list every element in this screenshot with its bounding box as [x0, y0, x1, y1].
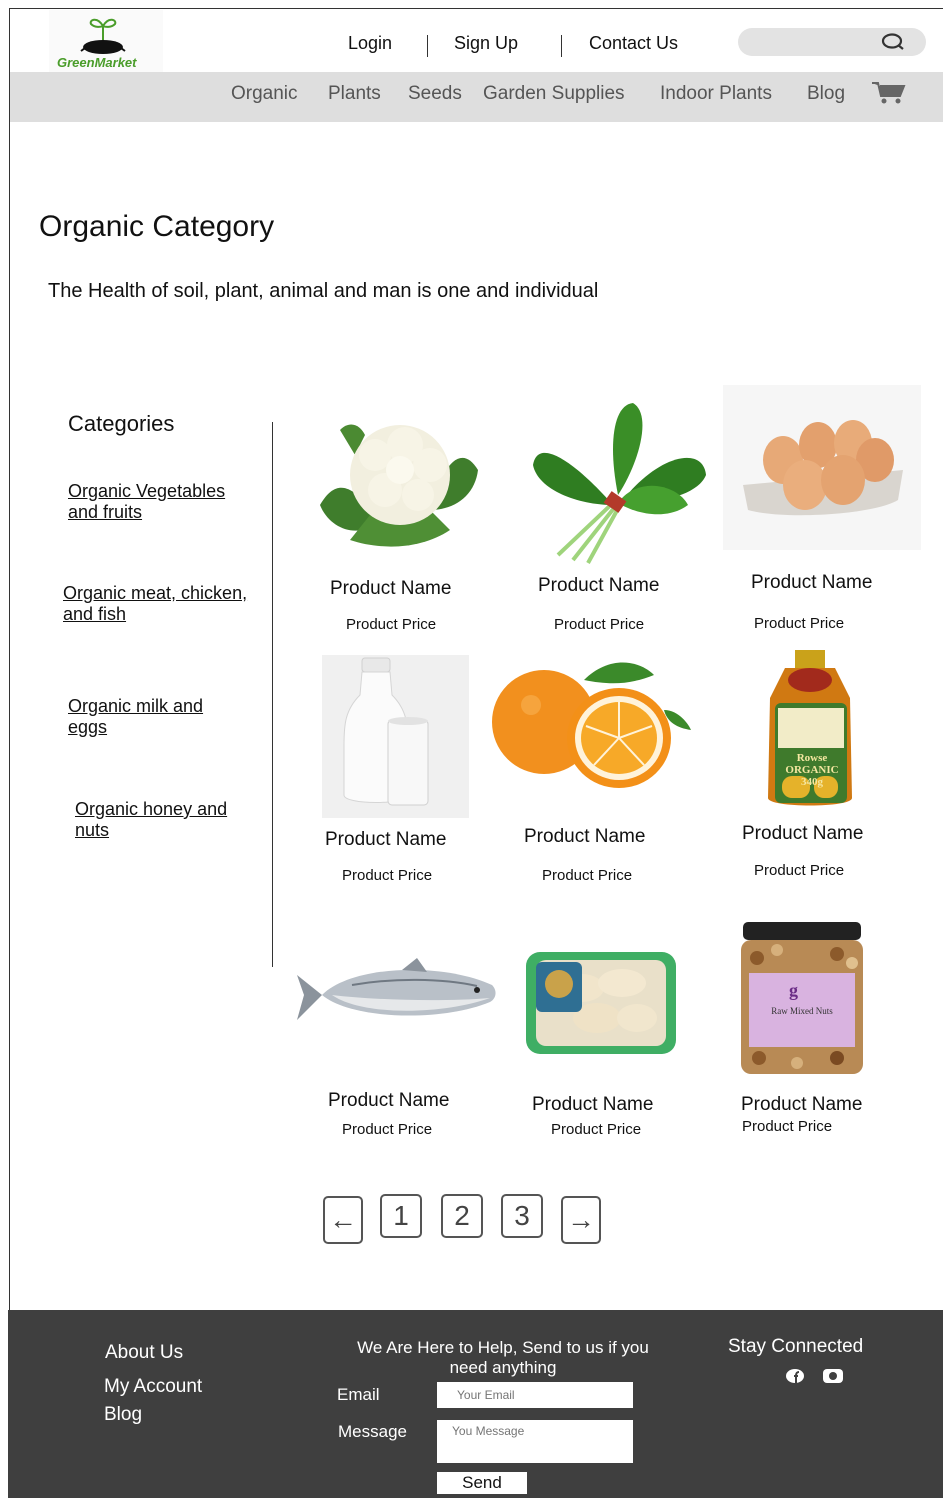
- brand-name: GreenMarket: [57, 55, 137, 70]
- divider: [561, 35, 562, 57]
- product-price: Product Price: [542, 867, 633, 884]
- product-image-chicken[interactable]: [522, 948, 680, 1058]
- honey-jar-icon: [768, 650, 852, 806]
- svg-text:g: g: [789, 980, 798, 1000]
- footer-link-blog[interactable]: Blog: [104, 1404, 142, 1426]
- product-name[interactable]: Product Name: [538, 575, 659, 597]
- email-field[interactable]: [437, 1382, 633, 1408]
- product-name[interactable]: Product Name: [742, 823, 863, 845]
- category-vegetables-fruits[interactable]: Organic Vegetables and fruits: [68, 481, 225, 523]
- contact-link[interactable]: Contact Us: [589, 33, 678, 54]
- divider: [427, 35, 428, 57]
- search-input[interactable]: [738, 28, 926, 56]
- product-image-salmon[interactable]: [292, 950, 504, 1040]
- product-name[interactable]: Product Name: [751, 572, 872, 594]
- category-label-line1: Organic Vegetables: [68, 481, 226, 501]
- product-image-spinach[interactable]: [518, 395, 718, 565]
- product-price: Product Price: [754, 615, 845, 632]
- product-price: Product Price: [554, 616, 645, 633]
- footer: About Us My Account Blog We Are Here to …: [8, 1310, 943, 1498]
- message-label: Message: [338, 1422, 407, 1441]
- category-honey-nuts[interactable]: Organic honey and nuts: [75, 799, 227, 841]
- nuts-jar-icon: g: [741, 922, 863, 1074]
- pagination-page-1[interactable]: 1: [380, 1194, 422, 1238]
- help-line-2: need anything: [449, 1358, 557, 1377]
- footer-link-account[interactable]: My Account: [104, 1376, 202, 1398]
- category-meat-chicken-fish[interactable]: Organic meat, chicken, and fish: [63, 583, 247, 625]
- nav-item-seeds[interactable]: Seeds: [408, 83, 462, 105]
- product-name[interactable]: Product Name: [741, 1094, 862, 1116]
- category-label-line2: nuts: [75, 820, 110, 840]
- product-price: Product Price: [342, 1121, 433, 1138]
- search-icon[interactable]: [880, 33, 906, 51]
- nav-item-indoor-plants[interactable]: Indoor Plants: [660, 83, 772, 105]
- product-name[interactable]: Product Name: [330, 578, 451, 600]
- send-button[interactable]: Send: [437, 1472, 527, 1494]
- nav-item-organic[interactable]: Organic: [231, 83, 298, 105]
- cart-icon[interactable]: [871, 80, 907, 106]
- footer-link-about[interactable]: About Us: [105, 1342, 183, 1364]
- category-label-line2: eggs: [68, 717, 108, 737]
- nav-item-garden-supplies[interactable]: Garden Supplies: [483, 83, 625, 105]
- instagram-icon[interactable]: [821, 1368, 845, 1384]
- stay-connected-heading: Stay Connected: [728, 1336, 864, 1357]
- product-name[interactable]: Product Name: [325, 829, 446, 851]
- product-name[interactable]: Product Name: [524, 826, 645, 848]
- product-image-eggs[interactable]: [723, 385, 921, 550]
- login-link[interactable]: Login: [348, 33, 392, 54]
- category-label-line1: Organic meat, chicken,: [63, 583, 248, 603]
- product-image-honey[interactable]: Rowse ORGANIC 340g: [720, 648, 900, 813]
- categories-title: Categories: [68, 411, 175, 436]
- product-image-mixed-nuts[interactable]: g Raw Mixed Nuts: [737, 918, 867, 1078]
- product-name[interactable]: Product Name: [328, 1090, 449, 1112]
- category-label-line1: Organic milk and: [68, 696, 204, 716]
- pagination-prev-button[interactable]: ←: [323, 1196, 363, 1244]
- pagination-next-button[interactable]: →: [561, 1196, 601, 1244]
- facebook-icon[interactable]: [785, 1368, 805, 1384]
- product-price: Product Price: [342, 867, 433, 884]
- signup-link[interactable]: Sign Up: [454, 33, 518, 54]
- email-label: Email: [337, 1385, 380, 1404]
- product-name[interactable]: Product Name: [532, 1094, 653, 1116]
- sidebar-divider: [272, 422, 273, 967]
- page-title: Organic Category: [39, 210, 275, 243]
- main-nav: Organic Plants Seeds Garden Supplies Ind…: [10, 72, 943, 122]
- footer-help-text: We Are Here to Help, Send to us if you n…: [338, 1338, 668, 1378]
- nuts-label-text: Raw Mixed Nuts: [771, 1006, 833, 1016]
- help-line-1: We Are Here to Help, Send to us if you: [357, 1338, 649, 1357]
- category-label-line2: and fruits: [68, 502, 143, 522]
- nav-item-blog[interactable]: Blog: [807, 83, 845, 105]
- product-price: Product Price: [742, 1118, 833, 1135]
- category-label-line2: and fish: [63, 604, 127, 624]
- category-milk-eggs[interactable]: Organic milk and eggs: [68, 696, 203, 738]
- pagination-page-3[interactable]: 3: [501, 1194, 543, 1238]
- nav-item-plants[interactable]: Plants: [328, 83, 381, 105]
- product-price: Product Price: [551, 1121, 642, 1138]
- pagination-page-2[interactable]: 2: [441, 1194, 483, 1238]
- message-field[interactable]: [437, 1420, 633, 1463]
- product-image-cauliflower[interactable]: [310, 400, 488, 558]
- product-price: Product Price: [754, 862, 845, 879]
- sprout-logo-icon: [80, 18, 126, 54]
- product-price: Product Price: [346, 616, 437, 633]
- page-subtitle: The Health of soil, plant, animal and ma…: [48, 280, 599, 302]
- honey-label-text: Rowse ORGANIC 340g: [785, 752, 839, 788]
- product-image-orange[interactable]: [489, 650, 694, 810]
- product-image-milk[interactable]: [322, 655, 469, 818]
- category-label-line1: Organic honey and: [75, 799, 228, 819]
